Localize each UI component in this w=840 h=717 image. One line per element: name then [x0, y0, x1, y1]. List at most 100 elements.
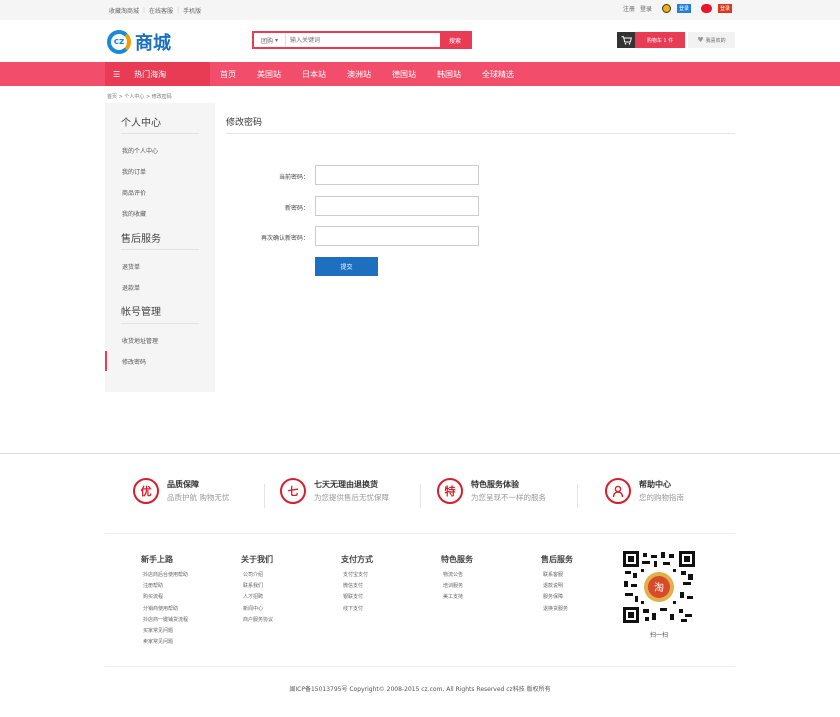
qq-login-button[interactable]: 登录 — [657, 4, 691, 13]
nav-item-australia[interactable]: 澳洲站 — [347, 69, 371, 80]
breadcrumb: 首页 > 个人中心 > 修改密码 — [107, 94, 172, 100]
quality-icon: 优 — [133, 478, 159, 504]
footer-column-title: 新手上路 — [141, 555, 173, 564]
sidebar-item-favorites[interactable]: 我的收藏 — [122, 209, 146, 218]
footer-link[interactable]: 抖店商一键铺货流程 — [141, 615, 188, 626]
submit-button[interactable]: 提交 — [315, 257, 378, 276]
current-password-input[interactable] — [315, 165, 479, 185]
service-title: 帮助中心 — [639, 480, 671, 489]
footer-column-payment: 支付方式 支付宝支付 微信支付 银联支付 线下支付 — [341, 554, 373, 615]
footer-link[interactable]: 抖店商后台使用帮助 — [141, 570, 188, 581]
sidebar-item-reviews[interactable]: 商品评价 — [122, 188, 146, 197]
new-password-label: 新密码： — [284, 205, 309, 212]
logo-text: 商城 — [135, 33, 171, 54]
nav-item-germany[interactable]: 德国站 — [392, 69, 416, 80]
footer-link[interactable]: 购买流程 — [141, 592, 188, 603]
favorites-button[interactable]: ♥ 我喜欢的 — [688, 32, 735, 48]
service-desc: 为您呈现不一样的服务 — [471, 493, 546, 502]
footer-link[interactable]: 退款说明 — [541, 581, 573, 592]
page-title: 修改密码 — [226, 118, 263, 128]
sidebar-item-addresses[interactable]: 收货地址管理 — [122, 336, 158, 345]
mobile-link[interactable]: 手机版 — [183, 6, 201, 15]
service-help-center[interactable]: 帮助中心 您的购物指南 — [605, 478, 684, 504]
special-icon: 特 — [437, 478, 463, 504]
footer-link[interactable]: 人才招聘 — [241, 592, 273, 603]
sidebar-item-my-orders[interactable]: 我的订单 — [122, 167, 146, 176]
divider — [121, 323, 199, 324]
search-bar: 团购 ▾ 搜索 — [252, 31, 472, 49]
active-indicator — [105, 351, 107, 371]
service-desc: 您的购物指南 — [639, 493, 684, 502]
footer-link[interactable]: 注册帮助 — [141, 581, 188, 592]
login-link[interactable]: 登录 — [640, 4, 652, 13]
confirm-password-input[interactable] — [315, 226, 479, 246]
footer-link[interactable]: 银联支付 — [341, 592, 373, 603]
nav-item-japan[interactable]: 日本站 — [302, 69, 326, 80]
service-promises: 优 品质保障 品质护航 购物无忧 七 七天无理由退换货 为您提供售后无忧保障 特… — [0, 478, 840, 518]
seven-day-icon: 七 — [280, 478, 306, 504]
footer-link[interactable]: 微信支付 — [341, 581, 373, 592]
weibo-icon — [700, 4, 712, 13]
divider — [105, 533, 735, 534]
register-link[interactable]: 注册 — [623, 4, 635, 13]
search-input[interactable] — [286, 33, 440, 47]
sidebar: 个人中心 我的个人中心 我的订单 商品评价 我的收藏 售后服务 退货单 退款单 … — [105, 103, 215, 392]
footer-link[interactable]: 培训服务 — [441, 581, 473, 592]
footer-link[interactable]: 新闻中心 — [241, 604, 273, 615]
service-quality: 优 品质保障 品质护航 购物无忧 — [133, 478, 229, 504]
footer-link[interactable]: 联系我们 — [241, 581, 273, 592]
weibo-login-button[interactable]: 登录 — [696, 4, 732, 13]
service-special: 特 特色服务体验 为您呈现不一样的服务 — [437, 478, 546, 504]
bookmark-link[interactable]: 收藏淘商城 — [109, 6, 139, 15]
divider — [577, 484, 578, 508]
cart-button[interactable]: 购物车 1 件 — [617, 32, 685, 48]
sidebar-item-change-password[interactable]: 修改密码 — [122, 357, 146, 366]
footer-link[interactable]: 美工支持 — [441, 592, 473, 603]
copyright-text: 闽ICP备15013795号 Copyright© 2008-2015 cz.c… — [289, 686, 551, 693]
nav-item-korea[interactable]: 韩国站 — [437, 69, 461, 80]
qr-code-label: 扫一扫 — [649, 632, 668, 639]
footer-link[interactable]: 买家常见问题 — [141, 626, 188, 637]
footer-link[interactable]: 退换货服务 — [541, 604, 573, 615]
sidebar-item-returns[interactable]: 退货单 — [122, 262, 140, 271]
nav-item-home[interactable]: 首页 — [220, 69, 236, 80]
nav-items: 首页 美国站 日本站 澳洲站 德国站 韩国站 全球精选 — [220, 62, 535, 86]
footer: 优 品质保障 品质护航 购物无忧 七 七天无理由退换货 为您提供售后无忧保障 特… — [0, 453, 840, 717]
search-category-value: 团购 — [261, 37, 274, 45]
sidebar-item-my-center[interactable]: 我的个人中心 — [122, 146, 158, 155]
header: cz 商城 团购 ▾ 搜索 购物车 1 件 ♥ 我喜欢的 — [0, 20, 840, 62]
menu-icon: ☰ — [113, 69, 121, 79]
divider — [264, 484, 265, 508]
site-logo[interactable]: cz 商城 — [107, 29, 171, 55]
search-category-select[interactable]: 团购 ▾ — [254, 33, 286, 47]
qq-icon — [661, 4, 671, 13]
sidebar-item-refunds[interactable]: 退款单 — [122, 283, 140, 292]
current-password-label: 当前密码： — [278, 174, 309, 181]
footer-link[interactable]: 物流公告 — [441, 570, 473, 581]
nav-item-us[interactable]: 美国站 — [257, 69, 281, 80]
footer-link[interactable]: 卖家常见问题 — [141, 637, 188, 648]
footer-link[interactable]: 联系客服 — [541, 570, 573, 581]
new-password-input[interactable] — [315, 196, 479, 216]
online-service-link[interactable]: 在线客服 — [149, 6, 173, 15]
nav-item-global[interactable]: 全球精选 — [482, 69, 514, 80]
footer-link[interactable]: 商户服务协议 — [241, 615, 273, 626]
footer-link[interactable]: 服务保障 — [541, 592, 573, 603]
footer-link[interactable]: 支付宝支付 — [341, 570, 373, 581]
main-nav: ☰ 热门海淘 首页 美国站 日本站 澳洲站 德国站 韩国站 全球精选 — [0, 62, 840, 86]
divider — [121, 249, 199, 250]
all-categories-button[interactable]: ☰ 热门海淘 — [105, 62, 210, 86]
favorites-label: 我喜欢的 — [705, 37, 726, 44]
footer-link[interactable]: 分销商使用帮助 — [141, 604, 188, 615]
divider — [420, 484, 421, 508]
sidebar-section-title: 售后服务 — [121, 234, 161, 245]
top-links: 收藏淘商城 | 在线客服 | 手机版 — [109, 6, 201, 15]
qr-code: 淘 — [623, 551, 695, 623]
footer-link[interactable]: 线下支付 — [341, 604, 373, 615]
divider: | — [143, 7, 146, 14]
search-button[interactable]: 搜索 — [440, 33, 470, 47]
weibo-login-label: 登录 — [717, 4, 732, 13]
footer-link[interactable]: 公司介绍 — [241, 570, 273, 581]
cart-icon — [617, 32, 635, 48]
svg-text:淘: 淘 — [654, 581, 664, 594]
